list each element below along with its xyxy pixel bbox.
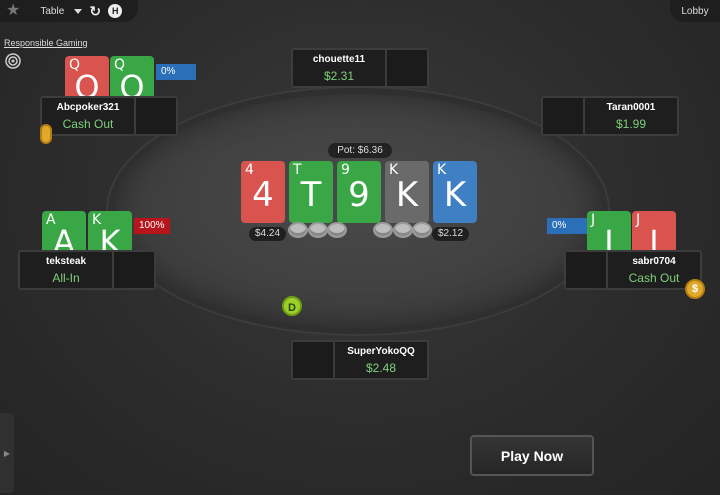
seat-right[interactable]: sabr0704 Cash Out: [564, 250, 702, 290]
star-icon[interactable]: ★: [6, 3, 20, 19]
play-now-label: Play Now: [500, 447, 564, 464]
card-rank-large: K: [395, 175, 419, 215]
player-name: Abcpoker321: [56, 101, 120, 113]
bet-amount-right: $2.12: [432, 227, 470, 241]
chip-stack-icon: [288, 222, 308, 238]
table-menu-label: Table: [40, 5, 65, 17]
board-card: 9 9: [337, 161, 381, 223]
chevron-down-icon: [74, 8, 83, 14]
player-name: chouette11: [312, 53, 366, 65]
cash-out-coin-icon: $: [685, 279, 705, 299]
card-rank-large: T: [300, 175, 322, 215]
pot-label: Pot: $6.36: [328, 143, 392, 158]
table-menu-button[interactable]: Table: [40, 5, 83, 17]
board-card: K K: [385, 161, 429, 223]
seat-left[interactable]: teksteak All-In: [18, 250, 156, 290]
chip-stack-icon: [412, 222, 432, 238]
player-name: sabr0704: [632, 255, 676, 267]
board-card: T T: [289, 161, 333, 223]
seat-card-slot: [566, 252, 608, 288]
player-stack: $1.99: [615, 116, 647, 131]
player-name: SuperYokoQQ: [347, 345, 415, 357]
player-status: Cash Out: [62, 116, 114, 131]
chip-stack-icon: [373, 222, 393, 238]
player-status: All-In: [52, 270, 80, 285]
lobby-button[interactable]: Lobby: [670, 0, 720, 22]
equity-badge: 0%: [547, 218, 587, 234]
seat-card-slot: [385, 50, 427, 86]
seat-card-slot: [293, 342, 335, 378]
chip-stack-icon: [308, 222, 328, 238]
lobby-label: Lobby: [681, 5, 709, 17]
player-name: teksteak: [45, 255, 87, 267]
equity-badge: 100%: [134, 218, 170, 234]
card-rank-large: 4: [252, 175, 274, 215]
bet-amount-left: $4.24: [249, 227, 287, 241]
target-icon[interactable]: [5, 53, 21, 69]
card-rank-large: K: [443, 175, 467, 215]
player-status: Cash Out: [628, 270, 680, 285]
chevron-right-icon: ▶: [3, 448, 11, 458]
chip-stack-icon: [393, 222, 413, 238]
seat-card-slot: [543, 98, 585, 134]
play-now-button[interactable]: Play Now: [470, 435, 594, 476]
hand-history-icon[interactable]: H: [108, 4, 123, 18]
card-rank-large: 9: [348, 175, 370, 215]
side-panel-toggle[interactable]: ▶: [0, 413, 14, 493]
refresh-icon[interactable]: ↻: [88, 3, 102, 19]
board-card: K K: [433, 161, 477, 223]
seat-card-slot: [112, 252, 154, 288]
seat-top[interactable]: chouette11 $2.31: [291, 48, 429, 88]
seat-top-right[interactable]: Taran0001 $1.99: [541, 96, 679, 136]
responsible-gaming-link[interactable]: Responsible Gaming: [4, 38, 88, 48]
player-stack: $2.48: [365, 360, 397, 375]
player-name: Taran0001: [606, 101, 656, 113]
chip-stack-icon: [327, 222, 347, 238]
player-stack: $2.31: [323, 68, 355, 83]
equity-badge: 0%: [156, 64, 196, 80]
top-toolbar: ★ Table ↻ H: [0, 0, 138, 22]
seat-card-slot: [134, 98, 176, 134]
cash-out-coin-icon: [40, 124, 52, 144]
board-card: 4 4: [241, 161, 285, 223]
dealer-button: D: [282, 296, 302, 316]
seat-bottom[interactable]: SuperYokoQQ $2.48: [291, 340, 429, 380]
seat-top-left[interactable]: Abcpoker321 Cash Out: [40, 96, 178, 136]
